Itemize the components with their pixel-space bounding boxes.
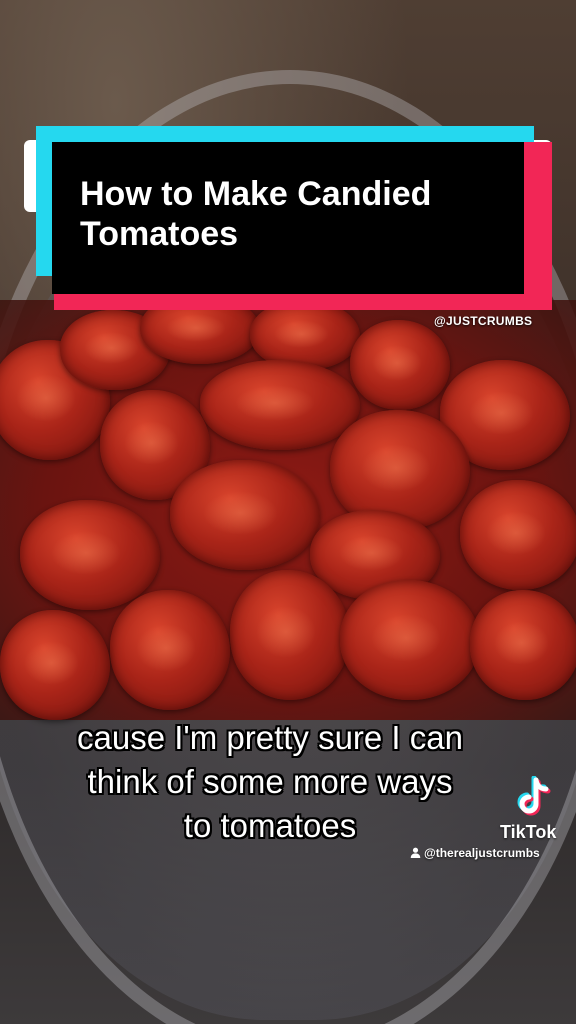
video-frame[interactable]: How to Make Candied Tomatoes @JUSTCRUMBS… [0,0,576,1024]
tiktok-username: @therealjustcrumbs [410,846,540,860]
tiktok-logo-icon [517,776,551,816]
candied-tomatoes [0,294,576,720]
title-banner: How to Make Candied Tomatoes [24,126,552,310]
person-icon [410,847,421,858]
tiktok-username-text: @therealjustcrumbs [424,846,540,860]
caption-line-2: think of some more ways [87,763,453,800]
caption-line-1: cause I'm pretty sure I can [77,719,463,756]
caption-line-3: to tomatoes [183,807,357,844]
video-title-line-2: Tomatoes [80,215,239,253]
title-box: How to Make Candied Tomatoes [52,142,524,294]
video-caption: cause I'm pretty sure I can think of som… [20,716,520,848]
video-title-line-1: How to Make Candied [80,175,432,213]
creator-handle: @JUSTCRUMBS [434,314,533,328]
tiktok-brand-label: TikTok [500,822,557,842]
video-title: How to Make Candied Tomatoes [80,174,496,254]
